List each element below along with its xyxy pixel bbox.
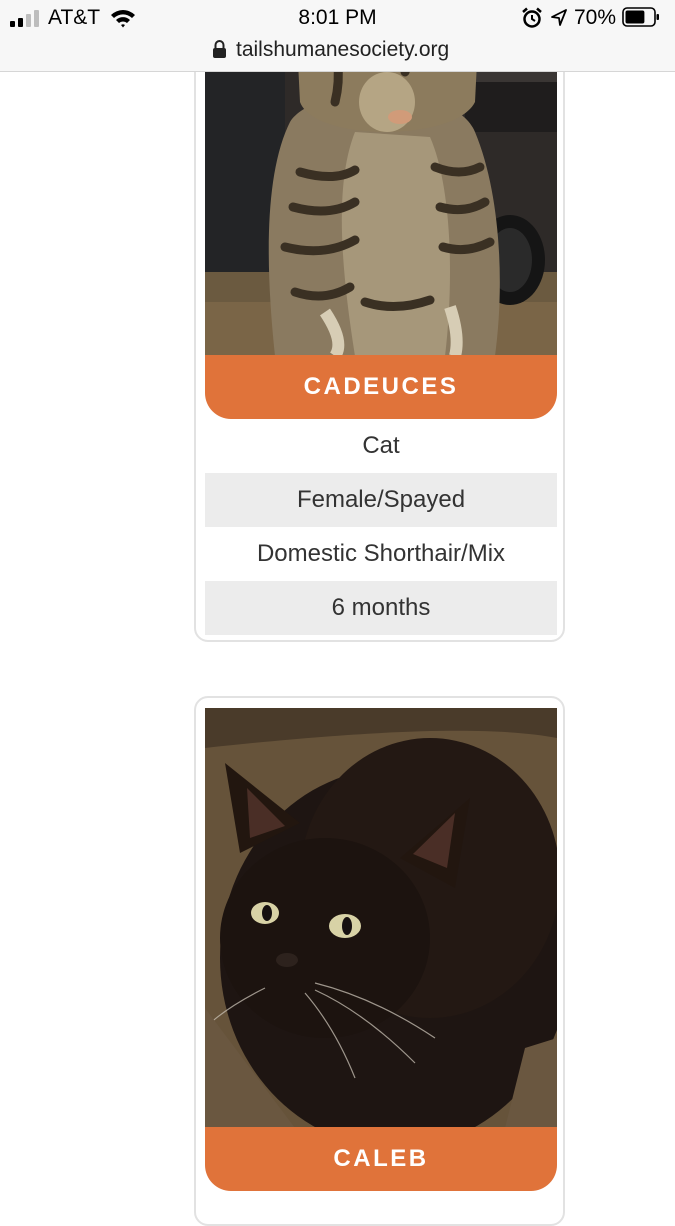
pet-species: Cat [362, 432, 400, 459]
alarm-icon [522, 7, 542, 28]
black-cat-photo[interactable] [205, 708, 557, 1128]
pet-sex: Female/Spayed [205, 473, 557, 527]
location-icon [551, 9, 567, 26]
battery-icon [622, 7, 659, 27]
battery-percent: 70% [574, 6, 617, 29]
pet-name[interactable]: CALEB [205, 1127, 557, 1191]
pet-age: 6 months [205, 581, 557, 635]
url-bar[interactable]: tailshumanesociety.org [0, 36, 675, 66]
browser-chrome: AT&T 8:01 PM 70% tailshumanesociety.org [0, 0, 675, 72]
lock-icon [213, 40, 226, 58]
status-bar: AT&T 8:01 PM 70% [0, 0, 675, 36]
pet-breed: Domestic Shorthair/Mix [256, 540, 506, 567]
pet-name[interactable]: CADEUCES [205, 355, 557, 419]
pet-card[interactable]: CALEB [194, 696, 565, 1226]
pet-card[interactable]: CADEUCES Cat Female/Spayed Domestic Shor… [194, 0, 565, 642]
url-text[interactable]: tailshumanesociety.org [236, 38, 449, 62]
